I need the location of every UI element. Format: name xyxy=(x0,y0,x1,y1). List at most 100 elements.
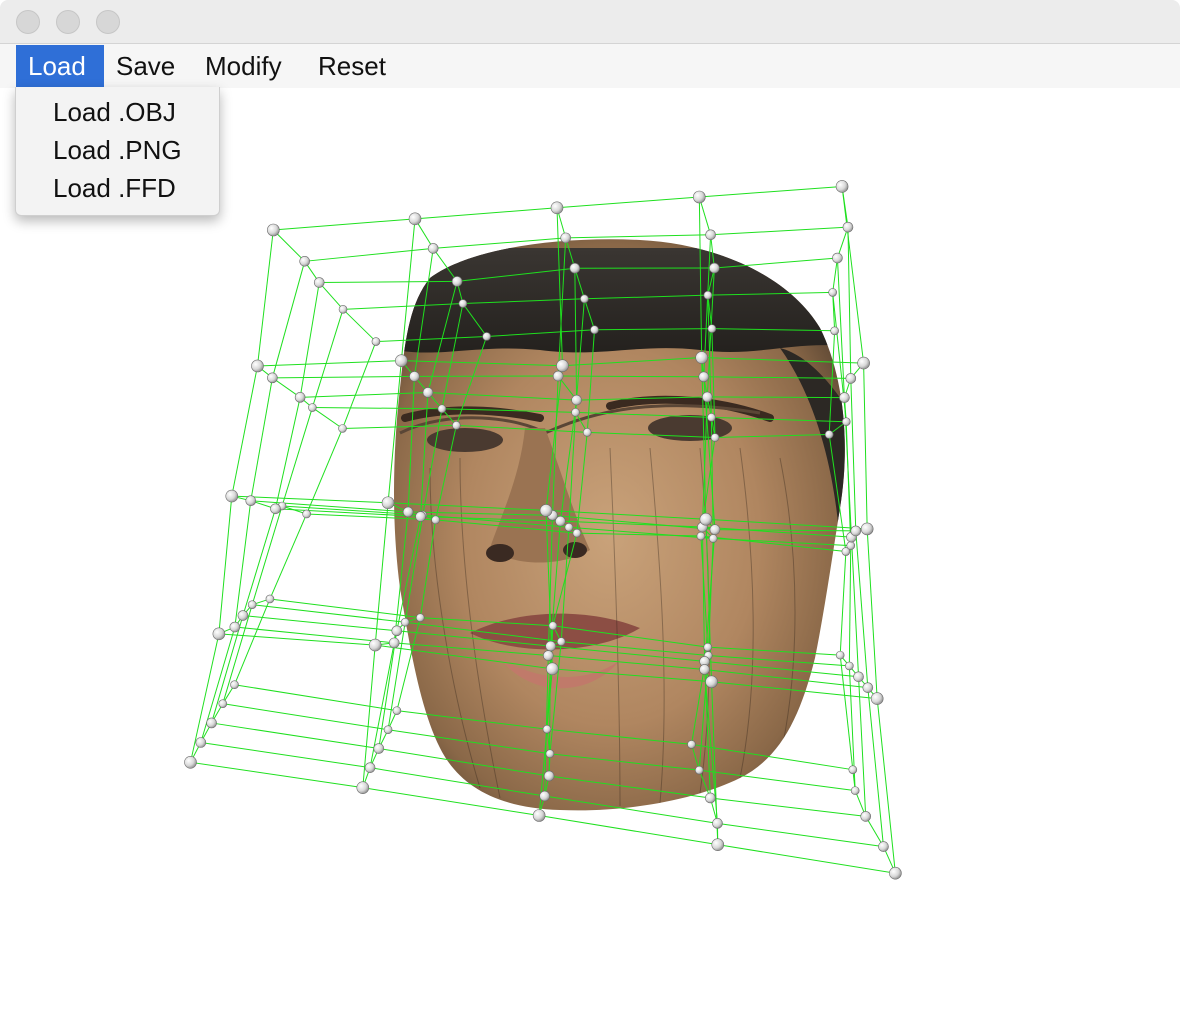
control-point[interactable] xyxy=(824,430,834,439)
control-point[interactable] xyxy=(338,424,347,433)
control-point[interactable] xyxy=(458,299,468,308)
control-point[interactable] xyxy=(532,809,546,822)
control-point[interactable] xyxy=(302,509,311,519)
control-point[interactable] xyxy=(842,221,854,233)
control-point[interactable] xyxy=(542,650,554,661)
minimize-window-button[interactable] xyxy=(56,10,80,34)
control-point[interactable] xyxy=(395,354,408,367)
control-point[interactable] xyxy=(835,180,849,193)
control-point[interactable] xyxy=(415,511,426,522)
control-point[interactable] xyxy=(229,621,241,633)
control-point[interactable] xyxy=(400,617,410,627)
control-point[interactable] xyxy=(546,662,559,676)
control-point[interactable] xyxy=(830,326,839,336)
control-point[interactable] xyxy=(402,506,414,518)
control-point[interactable] xyxy=(862,682,874,693)
control-point[interactable] xyxy=(707,413,716,422)
control-point[interactable] xyxy=(548,621,558,631)
control-point[interactable] xyxy=(195,737,207,748)
control-point[interactable] xyxy=(889,866,902,880)
control-point[interactable] xyxy=(835,650,845,660)
menu-item-load-png[interactable]: Load .PNG xyxy=(53,132,182,168)
control-point[interactable] xyxy=(841,417,851,427)
control-point[interactable] xyxy=(408,212,422,226)
control-point[interactable] xyxy=(705,675,718,689)
control-point[interactable] xyxy=(699,512,713,526)
control-point[interactable] xyxy=(409,371,420,382)
control-point[interactable] xyxy=(392,706,402,715)
control-point[interactable] xyxy=(373,743,385,754)
control-point[interactable] xyxy=(693,190,706,204)
control-point[interactable] xyxy=(703,642,713,652)
control-point[interactable] xyxy=(860,811,872,822)
control-point[interactable] xyxy=(571,408,580,417)
control-point[interactable] xyxy=(707,324,717,333)
control-point[interactable] xyxy=(845,373,857,384)
control-point[interactable] xyxy=(839,392,850,403)
3d-viewport[interactable] xyxy=(0,88,1180,1030)
control-point[interactable] xyxy=(556,637,566,646)
control-point[interactable] xyxy=(705,792,716,804)
control-point[interactable] xyxy=(225,489,239,503)
control-point[interactable] xyxy=(564,522,574,532)
control-point[interactable] xyxy=(846,541,856,550)
control-point[interactable] xyxy=(552,370,564,382)
control-point[interactable] xyxy=(701,391,713,403)
control-point[interactable] xyxy=(703,290,713,300)
control-point[interactable] xyxy=(415,613,425,622)
control-point[interactable] xyxy=(431,515,440,525)
control-point[interactable] xyxy=(709,262,720,274)
control-point[interactable] xyxy=(705,229,716,241)
control-point[interactable] xyxy=(237,610,249,621)
control-point[interactable] xyxy=(427,243,439,254)
control-point[interactable] xyxy=(560,232,571,244)
control-point[interactable] xyxy=(545,640,556,652)
control-point[interactable] xyxy=(832,252,843,264)
control-point[interactable] xyxy=(299,256,310,267)
control-point[interactable] xyxy=(381,496,395,510)
control-point[interactable] xyxy=(184,755,197,769)
control-point[interactable] xyxy=(845,661,854,671)
control-point[interactable] xyxy=(539,790,550,802)
control-point[interactable] xyxy=(206,717,217,729)
control-point[interactable] xyxy=(571,394,582,406)
control-point[interactable] xyxy=(696,531,706,541)
control-point[interactable] xyxy=(828,288,837,297)
control-point[interactable] xyxy=(711,838,725,851)
menu-modify[interactable]: Modify xyxy=(193,45,294,87)
control-point[interactable] xyxy=(308,403,317,412)
control-point[interactable] xyxy=(539,504,553,517)
control-point[interactable] xyxy=(850,786,860,795)
control-point[interactable] xyxy=(267,372,278,384)
control-point[interactable] xyxy=(572,528,582,538)
control-point[interactable] xyxy=(422,387,434,398)
control-point[interactable] xyxy=(708,534,718,543)
control-point[interactable] xyxy=(580,294,589,304)
control-point[interactable] xyxy=(857,356,870,370)
control-point[interactable] xyxy=(870,692,884,705)
menu-reset[interactable]: Reset xyxy=(306,45,398,87)
control-point[interactable] xyxy=(230,680,239,690)
menu-item-load-ffd[interactable]: Load .FFD xyxy=(53,170,176,206)
control-point[interactable] xyxy=(313,277,325,288)
control-point[interactable] xyxy=(710,433,720,442)
control-point[interactable] xyxy=(391,625,403,637)
menu-item-load-obj[interactable]: Load .OBJ xyxy=(53,94,176,130)
close-window-button[interactable] xyxy=(16,10,40,34)
control-point[interactable] xyxy=(388,637,400,649)
control-point[interactable] xyxy=(451,276,463,287)
control-point[interactable] xyxy=(245,495,257,507)
control-point[interactable] xyxy=(853,671,864,683)
control-point[interactable] xyxy=(860,522,874,536)
control-point[interactable] xyxy=(383,725,393,735)
control-point[interactable] xyxy=(709,524,721,535)
control-point[interactable] xyxy=(590,325,599,335)
control-point[interactable] xyxy=(878,841,889,852)
control-point[interactable] xyxy=(582,428,592,437)
control-point[interactable] xyxy=(712,818,723,829)
control-point[interactable] xyxy=(482,332,491,341)
control-point[interactable] xyxy=(569,262,581,274)
control-point[interactable] xyxy=(542,724,552,734)
control-point[interactable] xyxy=(364,762,376,773)
control-point[interactable] xyxy=(267,223,280,237)
